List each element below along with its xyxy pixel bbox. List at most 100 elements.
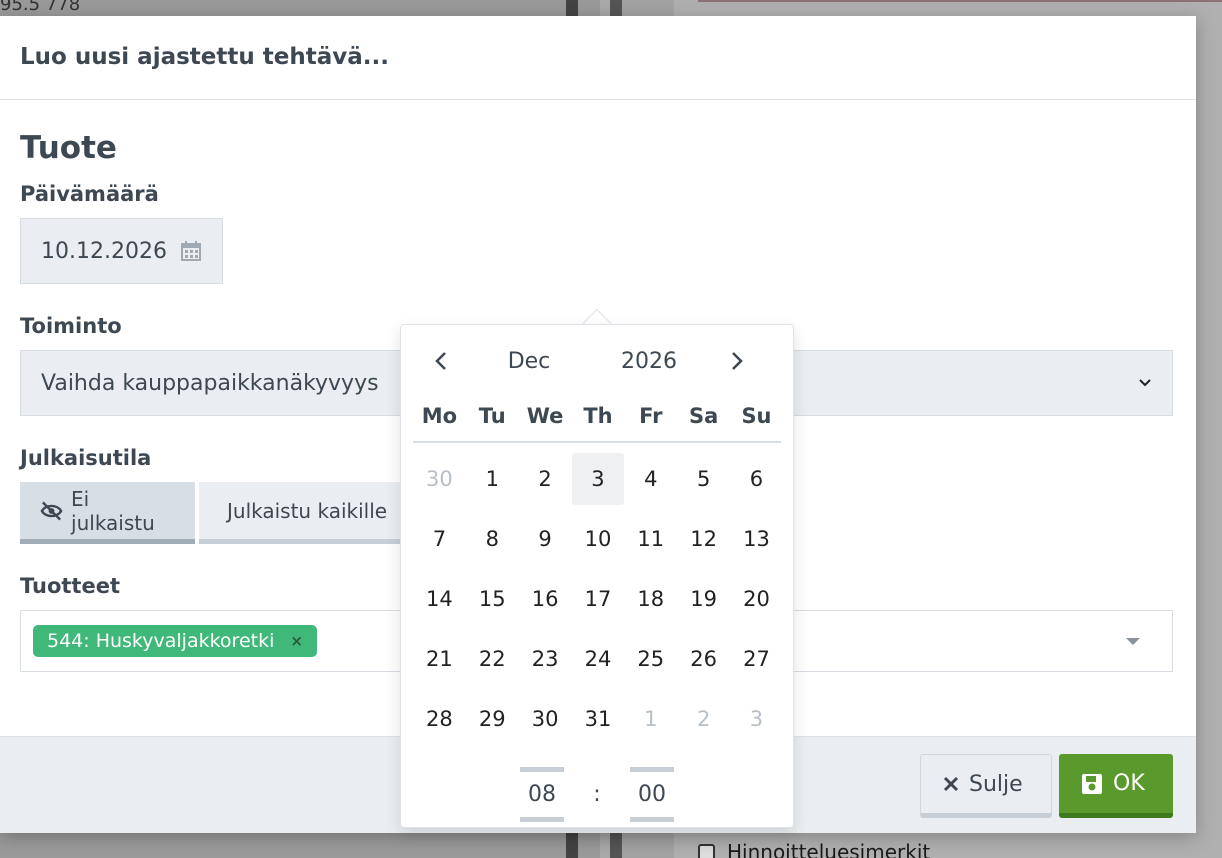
calendar-day[interactable]: 31	[572, 689, 625, 749]
ok-button[interactable]: OK	[1059, 754, 1173, 818]
calendar-day-number: 17	[584, 587, 612, 611]
calendar-day[interactable]: 5	[677, 449, 730, 509]
calendar-day-number: 4	[644, 467, 658, 491]
publish-public-button[interactable]: Julkaistu kaikille	[199, 482, 400, 544]
calendar-day-number: 30	[426, 467, 453, 491]
next-month-button[interactable]	[709, 351, 765, 371]
eye-slash-icon	[40, 501, 63, 520]
calendar-day-number: 23	[531, 647, 559, 671]
calendar-day-number: 20	[743, 587, 770, 611]
calendar-day-number: 11	[637, 527, 665, 551]
hour-decrement[interactable]	[520, 816, 564, 822]
close-icon	[943, 776, 959, 792]
calendar-day[interactable]: 12	[677, 509, 730, 569]
calendar-day[interactable]: 3	[730, 689, 783, 749]
calendar-day[interactable]: 30	[413, 449, 466, 509]
time-separator: :	[593, 781, 601, 807]
hour-column: 08	[520, 766, 564, 822]
datepicker-header: Dec 2026	[413, 341, 783, 381]
minute-decrement[interactable]	[630, 816, 674, 822]
calendar-day-number: 15	[478, 587, 506, 611]
calendar-day[interactable]: 11	[624, 509, 677, 569]
calendar-day[interactable]: 2	[677, 689, 730, 749]
calendar-day[interactable]: 26	[677, 629, 730, 689]
calendar-day[interactable]: 22	[466, 629, 519, 689]
calendar-day-number: 21	[426, 647, 453, 671]
calendar-day[interactable]: 13	[730, 509, 783, 569]
close-button[interactable]: Sulje	[920, 754, 1052, 818]
close-button-label: Sulje	[969, 771, 1023, 797]
calendar-day-number: 26	[690, 647, 717, 671]
hour-value[interactable]: 08	[528, 772, 556, 817]
calendar-day[interactable]: 10	[572, 509, 625, 569]
calendar-day-today[interactable]: 3	[571, 449, 625, 509]
calendar-day-number: 8	[485, 527, 499, 551]
weekday-label: Mo	[421, 404, 458, 428]
calendar-day[interactable]: 25	[624, 629, 677, 689]
background-checkbox[interactable]: Hinnoitteluesimerkit	[698, 840, 930, 858]
weekday-label: Fr	[639, 404, 663, 428]
calendar-day[interactable]: 30	[519, 689, 572, 749]
calendar-day[interactable]: 20	[730, 569, 783, 629]
calendar-day[interactable]: 1	[466, 449, 519, 509]
calendar-day[interactable]: 15	[466, 569, 519, 629]
calendar-day[interactable]: 8	[466, 509, 519, 569]
calendar-day-number: 3	[749, 707, 764, 731]
calendar-day[interactable]: 6	[730, 449, 783, 509]
calendar-day-number: 19	[690, 587, 717, 611]
calendar-day-number: 7	[432, 527, 447, 551]
calendar-day-number: 10	[584, 527, 612, 551]
calendar-day[interactable]: 24	[572, 629, 625, 689]
calendar-day[interactable]: 4	[624, 449, 677, 509]
prev-month-button[interactable]	[413, 351, 469, 371]
checkbox-box[interactable]	[698, 843, 715, 858]
calendar-day[interactable]: 29	[466, 689, 519, 749]
product-tag: 544: Huskyvaljakkoretki ×	[33, 625, 317, 657]
calendar-day-number: 27	[743, 647, 770, 671]
weekday-label: We	[526, 404, 564, 428]
calendar-day[interactable]: 14	[413, 569, 466, 629]
calendar-day[interactable]: 18	[624, 569, 677, 629]
calendar-day[interactable]: 9	[519, 509, 572, 569]
modal-header: Luo uusi ajastettu tehtävä...	[0, 16, 1196, 100]
date-input[interactable]: 10.12.2026	[20, 218, 223, 284]
month-label[interactable]: Dec	[469, 349, 589, 374]
checkbox-label: Hinnoitteluesimerkit	[727, 840, 931, 858]
minute-value[interactable]: 00	[638, 772, 666, 817]
datepicker-popup: Dec 2026 Mo Tu We Th Fr Sa Su 30 1 2 3 4…	[400, 324, 794, 828]
calendar-day[interactable]: 28	[413, 689, 466, 749]
weekday-header: Mo Tu We Th Fr Sa Su	[413, 391, 783, 441]
calendar-icon[interactable]	[180, 240, 202, 262]
caret-down-icon[interactable]	[1126, 637, 1140, 645]
year-label[interactable]: 2026	[589, 349, 709, 374]
modal-title: Luo uusi ajastettu tehtävä...	[20, 44, 389, 70]
calendar-day[interactable]: 16	[519, 569, 572, 629]
calendar-day[interactable]: 7	[413, 509, 466, 569]
weekday-label: Th	[583, 404, 613, 428]
publish-option-label: Ei julkaistu	[71, 486, 155, 535]
calendar-day[interactable]: 1	[624, 689, 677, 749]
weekday-label: Sa	[688, 404, 719, 428]
calendar-day-number: 31	[584, 707, 612, 731]
calendar-week: 7 8 9 10 11 12 13	[413, 509, 783, 569]
calendar-day[interactable]: 17	[572, 569, 625, 629]
publish-unpublished-button[interactable]: Ei julkaistu	[20, 482, 195, 544]
ok-button-label: OK	[1113, 771, 1145, 796]
action-select-value: Vaihda kauppapaikkanäkyvyys	[41, 370, 379, 396]
calendar-day-number: 6	[749, 467, 764, 491]
calendar-day-number: 18	[637, 587, 665, 611]
calendar-day-number: 9	[538, 527, 552, 551]
weekday-label: Tu	[478, 404, 506, 428]
calendar-day[interactable]: 19	[677, 569, 730, 629]
calendar-day[interactable]: 27	[730, 629, 783, 689]
calendar-day[interactable]: 21	[413, 629, 466, 689]
calendar-day[interactable]: 23	[519, 629, 572, 689]
chevron-right-icon	[732, 352, 743, 370]
section-title: Tuote	[20, 130, 117, 166]
calendar-day-number: 2	[696, 707, 711, 731]
calendar-day-number: 1	[644, 707, 658, 731]
calendar-day[interactable]: 2	[519, 449, 572, 509]
calendar-grid: Mo Tu We Th Fr Sa Su 30 1 2 3 4 5 6 7 8 …	[413, 391, 783, 749]
calendar-day-number: 13	[743, 527, 770, 551]
tag-remove-icon[interactable]: ×	[290, 632, 303, 650]
